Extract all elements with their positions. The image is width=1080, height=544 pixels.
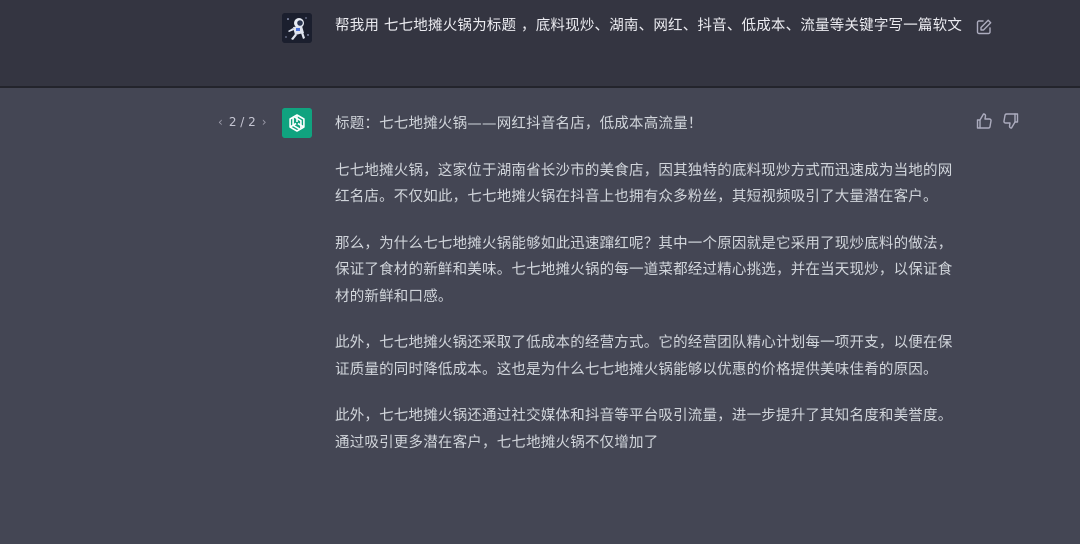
assistant-message-content: 标题：七七地摊火锅——网红抖音名店，低成本高流量！ 七七地摊火锅，这家位于湖南省…	[335, 111, 963, 476]
response-title: 标题：七七地摊火锅——网红抖音名店，低成本高流量！	[335, 116, 703, 132]
response-pager: ‹ 2 / 2 ›	[218, 115, 267, 129]
response-paragraph: 此外，七七地摊火锅还采取了低成本的经营方式。它的经营团队精心计划每一项开支，以便…	[335, 335, 953, 378]
chat-page: 帮我用 七七地摊火锅为标题 ，底料现炒、湖南、网红、抖音、低成本、流量等关键字写…	[0, 0, 1080, 544]
user-message-text: 帮我用 七七地摊火锅为标题 ，底料现炒、湖南、网红、抖音、低成本、流量等关键字写…	[335, 18, 963, 34]
response-paragraph: 此外，七七地摊火锅还通过社交媒体和抖音等平台吸引流量，进一步提升了其知名度和美誉…	[335, 408, 953, 451]
assistant-message-row: ‹ 2 / 2 › 标题：七七地摊火锅——网红抖音名店，低成本高流量！ 七七地摊…	[0, 88, 1080, 544]
next-response-button[interactable]: ›	[262, 115, 267, 129]
user-message-row: 帮我用 七七地摊火锅为标题 ，底料现炒、湖南、网红、抖音、低成本、流量等关键字写…	[0, 0, 1080, 88]
openai-logo-icon	[282, 108, 312, 138]
response-paragraph: 七七地摊火锅，这家位于湖南省长沙市的美食店，因其独特的底料现炒方式而迅速成为当地…	[335, 162, 953, 206]
previous-response-button[interactable]: ‹	[218, 115, 223, 129]
response-page-label: 2 / 2	[228, 115, 256, 129]
thumbs-up-icon[interactable]	[975, 112, 993, 130]
response-paragraph: 那么，为什么七七地摊火锅能够如此迅速蹿红呢？其中一个原因就是它采用了现炒底料的做…	[335, 235, 953, 305]
thumbs-down-icon[interactable]	[1002, 112, 1020, 130]
astronaut-avatar-icon	[282, 13, 312, 43]
edit-icon[interactable]	[975, 18, 993, 36]
